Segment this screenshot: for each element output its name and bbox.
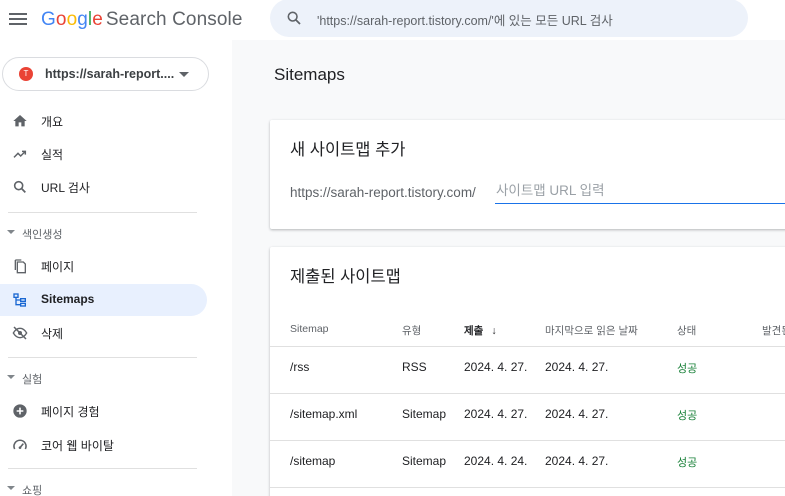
cell-sitemap: /sitemap.xml bbox=[290, 407, 358, 421]
cell-last-read: 2024. 4. 27. bbox=[545, 454, 609, 468]
column-header-type[interactable]: 유형 bbox=[402, 323, 421, 338]
sidebar-divider bbox=[8, 212, 197, 213]
cell-submitted: 2024. 4. 27. bbox=[464, 407, 528, 421]
cell-sitemap: /sitemap bbox=[290, 454, 336, 468]
home-icon bbox=[13, 115, 27, 127]
speed-icon bbox=[13, 439, 27, 450]
sidebar-item-performance[interactable]: 실적 bbox=[0, 138, 207, 170]
trending-up-icon bbox=[13, 150, 27, 158]
search-console-logo[interactable]: Google Search Console bbox=[41, 9, 243, 31]
sidebar-divider bbox=[8, 357, 197, 358]
collapse-triangle-icon bbox=[7, 375, 15, 379]
sitemap-url-input[interactable] bbox=[495, 178, 785, 204]
column-header-status[interactable]: 상태 bbox=[677, 323, 696, 338]
page-title: Sitemaps bbox=[274, 65, 345, 84]
sidebar-item-page-experience[interactable]: 페이지 경험 bbox=[0, 395, 207, 427]
sidebar-item-overview[interactable]: 개요 bbox=[0, 105, 207, 137]
visibility-off-icon bbox=[12, 326, 28, 340]
sidebar-item-url-inspection[interactable]: URL 검사 bbox=[0, 171, 207, 203]
collapse-triangle-icon bbox=[7, 230, 15, 234]
section-enhancements[interactable]: 실험 bbox=[0, 369, 200, 389]
cell-submitted: 2024. 4. 27. bbox=[464, 360, 528, 374]
status-badge: 성공 bbox=[677, 363, 698, 375]
section-shopping[interactable]: 쇼핑 bbox=[0, 480, 200, 496]
column-header-sitemap[interactable]: Sitemap bbox=[290, 323, 329, 335]
sitemap-icon bbox=[13, 293, 26, 307]
property-selector[interactable]: T https://sarah-report.... bbox=[2, 57, 209, 91]
pages-icon bbox=[14, 259, 26, 274]
sidebar-item-sitemaps[interactable]: Sitemaps bbox=[0, 284, 207, 316]
column-header-discovered[interactable]: 발견된 bbox=[762, 323, 785, 338]
search-icon bbox=[287, 11, 301, 25]
cell-type: RSS bbox=[402, 360, 427, 374]
section-indexing[interactable]: 색인생성 bbox=[0, 224, 200, 244]
url-inspection-search[interactable]: 'https://sarah-report.tistory.com/'에 있는 … bbox=[270, 0, 748, 37]
submitted-sitemaps-title: 제출된 사이트맵 bbox=[290, 268, 401, 286]
cell-type: Sitemap bbox=[402, 407, 447, 421]
sitemap-url-prefix: https://sarah-report.tistory.com/ bbox=[290, 185, 476, 200]
sidebar: T https://sarah-report.... 개요 실적 URL 검사 … bbox=[0, 40, 232, 496]
table-row[interactable]: /sitemap.xml Sitemap 2024. 4. 27. 2024. … bbox=[270, 394, 785, 440]
sidebar-item-pages[interactable]: 페이지 bbox=[0, 250, 207, 282]
collapse-triangle-icon bbox=[7, 486, 15, 490]
product-name: Search Console bbox=[105, 9, 243, 30]
cell-submitted: 2024. 4. 24. bbox=[464, 454, 528, 468]
property-label: https://sarah-report.... bbox=[45, 67, 175, 81]
cell-last-read: 2024. 4. 27. bbox=[545, 407, 609, 421]
table-row[interactable]: /rss RSS 2024. 4. 27. 2024. 4. 27. 성공 bbox=[270, 347, 785, 393]
sort-arrow-down-icon: ↓ bbox=[491, 325, 497, 337]
table-divider bbox=[270, 487, 785, 488]
sidebar-item-core-web-vitals[interactable]: 코어 웹 바이탈 bbox=[0, 429, 207, 461]
status-badge: 성공 bbox=[677, 410, 698, 422]
add-circle-icon bbox=[13, 404, 27, 418]
add-sitemap-card: 새 사이트맵 추가 https://sarah-report.tistory.c… bbox=[270, 120, 785, 229]
hamburger-menu-icon[interactable] bbox=[8, 10, 28, 28]
top-app-bar: Google Search Console 'https://sarah-repo… bbox=[0, 0, 785, 40]
column-header-submitted[interactable]: 제출 ↓ bbox=[464, 323, 497, 338]
property-favicon: T bbox=[19, 67, 33, 81]
main-content: Sitemaps 새 사이트맵 추가 https://sarah-report.… bbox=[232, 40, 785, 496]
submitted-sitemaps-card: 제출된 사이트맵 Sitemap 유형 제출 ↓ 마지막으로 읽은 날짜 상태 발… bbox=[270, 247, 785, 496]
dropdown-caret-icon bbox=[179, 72, 189, 77]
add-sitemap-title: 새 사이트맵 추가 bbox=[290, 141, 406, 159]
search-placeholder: 'https://sarah-report.tistory.com/'에 있는 … bbox=[317, 14, 613, 28]
cell-sitemap: /rss bbox=[290, 360, 310, 374]
table-row[interactable]: /sitemap Sitemap 2024. 4. 24. 2024. 4. 2… bbox=[270, 441, 785, 487]
sidebar-item-removals[interactable]: 삭제 bbox=[0, 317, 207, 349]
cell-last-read: 2024. 4. 27. bbox=[545, 360, 609, 374]
column-header-last-read[interactable]: 마지막으로 읽은 날짜 bbox=[545, 323, 638, 338]
search-icon bbox=[13, 180, 26, 193]
cell-type: Sitemap bbox=[402, 454, 447, 468]
sidebar-divider bbox=[8, 468, 197, 469]
status-badge: 성공 bbox=[677, 457, 698, 469]
